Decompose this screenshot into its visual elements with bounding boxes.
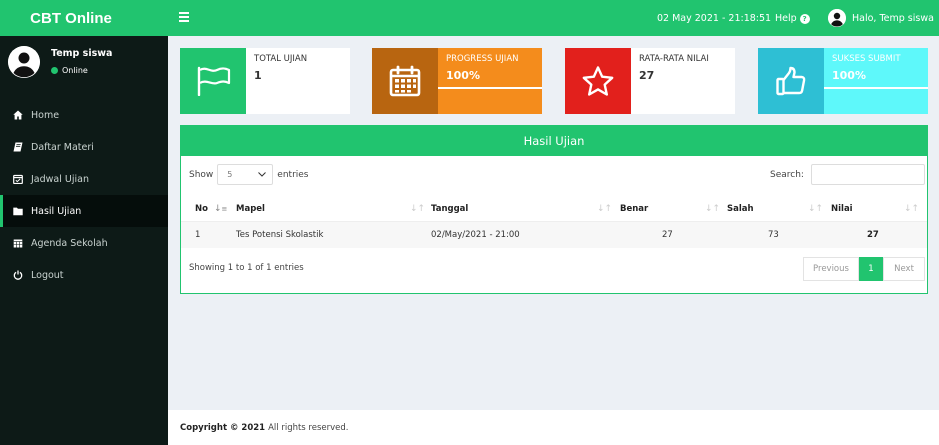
- sidebar-item-agenda-sekolah[interactable]: Agenda Sekolah: [0, 227, 168, 259]
- sidebar-item-label: Home: [31, 109, 60, 121]
- user-status: Online: [51, 66, 88, 75]
- search-label: Search:: [770, 169, 804, 180]
- help-link[interactable]: Help ?: [775, 13, 810, 24]
- stat-sukses-submit: SUKSES SUBMIT 100%: [758, 48, 928, 114]
- table-info: Showing 1 to 1 of 1 entries: [189, 263, 304, 273]
- avatar: [828, 9, 846, 27]
- sort-icon[interactable]: ↓↑: [410, 197, 425, 221]
- question-icon: ?: [799, 13, 810, 24]
- sidebar-item-label: Hasil Ujian: [31, 205, 82, 217]
- progress-bar: [438, 87, 542, 89]
- status-label: Online: [62, 66, 88, 75]
- stat-value: 100%: [446, 69, 480, 82]
- column-header-nilai[interactable]: Nilai: [831, 197, 853, 221]
- thumbs-up-icon: [758, 48, 824, 114]
- stat-rata-rata-nilai: RATA-RATA NILAI 27: [565, 48, 735, 114]
- stat-value: 27: [639, 69, 655, 82]
- column-header-salah[interactable]: Salah: [727, 197, 754, 221]
- footer: Copyright © 2021 All rights reserved.: [168, 410, 939, 445]
- stat-label: TOTAL UJIAN: [254, 54, 308, 64]
- avatar: [8, 46, 40, 78]
- column-header-tanggal[interactable]: Tanggal: [431, 197, 468, 221]
- home-icon: [13, 110, 23, 120]
- page-length-control: Show 5 entries: [189, 164, 309, 185]
- cell-tanggal: 02/May/2021 - 21:00: [431, 230, 520, 240]
- sort-ascending-icon[interactable]: ↓ ≡: [214, 197, 227, 221]
- chevron-down-icon: [258, 172, 267, 177]
- stat-total-ujian: TOTAL UJIAN 1: [180, 48, 350, 114]
- sidebar-item-label: Jadwal Ujian: [31, 173, 89, 185]
- top-navbar: CBT Online 02 May 2021 - 21:18:51 Help ?…: [0, 0, 939, 36]
- calendar-icon: [13, 238, 23, 248]
- power-icon: [13, 270, 23, 280]
- sidebar-item-label: Daftar Materi: [31, 141, 94, 153]
- footer-copyright: Copyright © 2021: [180, 422, 266, 433]
- user-greeting: Halo, Temp siswa: [852, 12, 934, 24]
- sort-icon[interactable]: ↓↑: [597, 197, 612, 221]
- cell-no: 1: [195, 230, 201, 240]
- search-control: Search:: [770, 164, 925, 185]
- show-label: Show: [189, 169, 214, 180]
- stat-label: RATA-RATA NILAI: [639, 54, 709, 64]
- page-1-button[interactable]: 1: [859, 257, 883, 281]
- stat-progress-ujian: PROGRESS UJIAN 100%: [372, 48, 542, 114]
- footer-rights: All rights reserved.: [268, 422, 349, 433]
- current-datetime: 02 May 2021 - 21:18:51: [657, 13, 772, 24]
- column-header-benar[interactable]: Benar: [620, 197, 648, 221]
- calendar-icon: [372, 48, 438, 114]
- sort-icon[interactable]: ↓↑: [808, 197, 823, 221]
- panel-title: Hasil Ujian: [181, 126, 927, 156]
- folder-icon: [13, 206, 23, 216]
- stat-label: SUKSES SUBMIT: [832, 54, 901, 64]
- sort-icon[interactable]: ↓↑: [705, 197, 720, 221]
- stat-value: 100%: [832, 69, 866, 82]
- stat-label: PROGRESS UJIAN: [446, 54, 519, 64]
- entries-label: entries: [277, 169, 309, 180]
- cell-benar: 27: [662, 230, 673, 240]
- pagination: Previous 1 Next: [803, 257, 925, 281]
- sidebar-item-home[interactable]: Home: [0, 99, 168, 131]
- entries-select[interactable]: 5: [217, 164, 274, 185]
- help-label: Help: [775, 13, 797, 24]
- user-panel: Temp siswa Online: [8, 46, 168, 86]
- table-header: No ↓ ≡ Mapel ↓↑ Tanggal ↓↑ Benar ↓↑ Salah…: [181, 197, 927, 222]
- column-header-mapel[interactable]: Mapel: [236, 197, 265, 221]
- user-menu[interactable]: Halo, Temp siswa: [828, 9, 934, 27]
- sidebar-item-daftar-materi[interactable]: Daftar Materi: [0, 131, 168, 163]
- table-row: 1 Tes Potensi Skolastik 02/May/2021 - 21…: [181, 222, 927, 248]
- sort-icon[interactable]: ↓↑: [904, 197, 919, 221]
- sidebar-menu: Home Daftar Materi Jadwal Ujian Hasil Uj…: [0, 99, 168, 291]
- online-dot-icon: [51, 67, 58, 74]
- cell-nilai: 27: [867, 230, 879, 240]
- progress-bar: [824, 87, 928, 89]
- menu-toggle-icon[interactable]: [179, 12, 189, 22]
- column-header-no[interactable]: No: [195, 197, 208, 221]
- sidebar-item-label: Agenda Sekolah: [31, 237, 108, 249]
- cell-mapel: Tes Potensi Skolastik: [236, 230, 324, 240]
- stat-value: 1: [254, 69, 262, 82]
- sidebar-item-label: Logout: [31, 269, 64, 281]
- flag-icon: [180, 48, 246, 114]
- brand-logo[interactable]: CBT Online: [0, 0, 168, 36]
- calendar-check-icon: [13, 174, 23, 184]
- next-page-button[interactable]: Next: [883, 257, 925, 281]
- sidebar-item-logout[interactable]: Logout: [0, 259, 168, 291]
- search-input[interactable]: [810, 164, 925, 185]
- sidebar-item-hasil-ujian[interactable]: Hasil Ujian: [0, 195, 168, 227]
- sidebar-item-jadwal-ujian[interactable]: Jadwal Ujian: [0, 163, 168, 195]
- book-icon: [13, 142, 23, 152]
- star-icon: [565, 48, 631, 114]
- previous-page-button[interactable]: Previous: [803, 257, 859, 281]
- entries-select-value: 5: [227, 170, 233, 179]
- hasil-ujian-panel: Hasil Ujian Show 5 entries Search: No ↓ ≡…: [180, 125, 928, 294]
- sidebar: Temp siswa Online Home Daftar Materi Jad…: [0, 36, 168, 445]
- cell-salah: 73: [768, 230, 779, 240]
- user-name: Temp siswa: [51, 48, 113, 59]
